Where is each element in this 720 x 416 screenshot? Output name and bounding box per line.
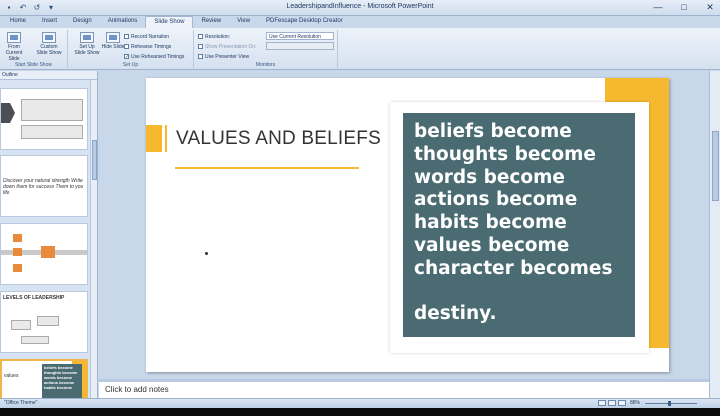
quote-line: words become [414,166,565,188]
resolution-label: Resolution: [198,33,230,40]
monitors-group: Resolution: Use Current Resolution Show … [194,30,338,68]
title-accent-bar [146,125,162,152]
current-slide: VALUES AND BELIEFS beliefs become though… [146,78,669,372]
group-label-monitors: Monitors [255,62,276,68]
check-icon: ✓ [124,54,130,60]
quote-line: values become [414,234,570,256]
title-bar: ▪ ↶ ↺ ▾ LeadershipandInfluence - Microso… [0,0,720,16]
notes-placeholder: Click to add notes [105,385,169,394]
record-narration-button[interactable]: Record Narration [124,33,169,40]
slideshow-view-icon[interactable] [618,400,626,406]
slides-panel: Outline Discover your natural strength W… [0,71,98,403]
hide-slide-icon [106,32,120,43]
set-up-group: Set Up Slide Show Hide Slide Record Narr… [68,30,194,68]
tab-home[interactable]: Home [2,16,34,28]
ribbon: From Current Slide Custom Slide Show Sta… [0,28,720,70]
show-on-dropdown[interactable] [266,42,334,50]
quote-line: actions become [414,189,578,211]
quote-line: thoughts become [414,143,596,165]
close-button[interactable]: ✕ [704,2,716,13]
content-placeholder-cursor[interactable] [205,252,208,255]
group-label-start: Start Slide Show [15,62,52,68]
microphone-icon [124,34,129,39]
view-buttons [598,400,626,406]
slide-title[interactable]: VALUES AND BELIEFS [176,128,381,150]
status-bar: "Office Theme" 88% [0,398,720,408]
clock-icon [124,44,129,49]
panel-scrollbar[interactable] [90,80,97,398]
zoom-slider[interactable] [645,403,697,404]
custom-slide-show-button[interactable]: Custom Slide Show [36,32,62,56]
quote-line: habits become [414,212,567,234]
window-title: LeadershipandInfluence - Microsoft Power… [286,3,434,10]
use-rehearsed-timings-checkbox[interactable]: ✓ Use Rehearsed Timings [124,53,184,60]
quote-box[interactable]: beliefs become thoughts become words bec… [403,113,635,337]
quote-end: destiny. [414,303,497,325]
powerpoint-window: ▪ ↶ ↺ ▾ LeadershipandInfluence - Microso… [0,0,720,416]
tab-insert[interactable]: Insert [34,16,65,28]
theme-name: "Office Theme" [4,400,38,406]
slideshow-icon [7,32,21,43]
tab-review[interactable]: Review [193,16,229,28]
slide-thumbnail[interactable] [0,88,88,150]
rehearse-timings-button[interactable]: Rehearse Timings [124,43,171,50]
quote-line: character becomes [414,257,613,279]
tab-slide-show[interactable]: Slide Show [145,16,194,28]
quote-line: beliefs become [414,121,572,142]
editor-scrollbar[interactable] [709,71,720,398]
setup-icon [80,32,94,43]
normal-view-icon[interactable] [598,400,606,406]
hide-slide-button[interactable]: Hide Slide [100,32,126,50]
tab-animations[interactable]: Animations [100,16,146,28]
zoom-slider-knob[interactable] [668,401,671,406]
presenter-view-checkbox[interactable]: Use Presenter View [198,53,249,60]
slide-thumbnail[interactable] [0,223,88,285]
group-label-setup: Set Up [122,62,139,68]
tab-view[interactable]: View [229,16,258,28]
start-slide-show-group: From Current Slide Custom Slide Show Sta… [0,30,68,68]
resolution-dropdown[interactable]: Use Current Resolution [266,32,334,40]
zoom-level[interactable]: 88% [630,400,640,406]
tab-pdfescape[interactable]: PDFescape Desktop Creator [258,16,351,28]
window-controls: — □ ✕ [652,2,716,13]
tab-design[interactable]: Design [65,16,100,28]
minimize-button[interactable]: — [652,2,664,13]
show-presentation-on-label: Show Presentation On: [198,43,256,50]
title-underline [175,167,359,169]
title-accent-line [165,125,167,152]
screen-bottom-edge [0,408,720,416]
slide-thumbnail[interactable]: Discover your natural strength Write dow… [0,155,88,217]
slide-thumbnail[interactable]: LEVELS OF LEADERSHIP [0,291,88,353]
ribbon-tabs: Home Insert Design Animations Slide Show… [0,16,720,28]
slide-sorter-icon[interactable] [608,400,616,406]
monitor-icon [198,34,203,39]
maximize-button[interactable]: □ [678,2,690,13]
monitor-icon [198,44,203,49]
set-up-slide-show-button[interactable]: Set Up Slide Show [74,32,100,56]
slide-thumbnail-selected[interactable]: values beliefs become thoughts become wo… [0,359,88,403]
from-current-slide-button[interactable]: From Current Slide [1,32,27,62]
notes-pane[interactable]: Click to add notes [99,379,709,398]
custom-show-icon [42,32,56,43]
outline-tab[interactable]: Outline [0,71,97,80]
